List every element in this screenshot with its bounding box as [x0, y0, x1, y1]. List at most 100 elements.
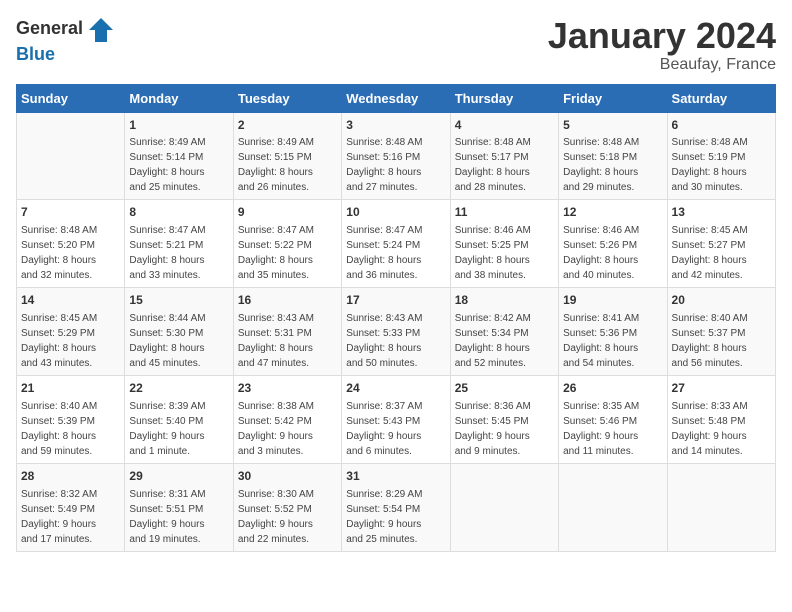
- day-info: Sunrise: 8:45 AM Sunset: 5:29 PM Dayligh…: [21, 313, 97, 369]
- location: Beaufay, France: [548, 56, 776, 74]
- day-number: 24: [346, 380, 445, 397]
- day-number: 2: [238, 117, 337, 134]
- col-sunday: Sunday: [17, 84, 125, 112]
- calendar-cell: 25 Sunrise: 8:36 AM Sunset: 5:45 PM Dayli…: [450, 375, 558, 463]
- calendar-cell: [450, 463, 558, 551]
- day-number: 1: [129, 117, 228, 134]
- day-number: 27: [672, 380, 771, 397]
- calendar-cell: 15 Sunrise: 8:44 AM Sunset: 5:30 PM Dayli…: [125, 288, 233, 376]
- day-number: 8: [129, 204, 228, 221]
- day-info: Sunrise: 8:46 AM Sunset: 5:26 PM Dayligh…: [563, 225, 639, 281]
- calendar-cell: 28 Sunrise: 8:32 AM Sunset: 5:49 PM Dayli…: [17, 463, 125, 551]
- calendar-cell: 10 Sunrise: 8:47 AM Sunset: 5:24 PM Dayli…: [342, 200, 450, 288]
- day-number: 25: [455, 380, 554, 397]
- calendar-cell: 30 Sunrise: 8:30 AM Sunset: 5:52 PM Dayli…: [233, 463, 341, 551]
- day-number: 13: [672, 204, 771, 221]
- day-info: Sunrise: 8:29 AM Sunset: 5:54 PM Dayligh…: [346, 489, 422, 545]
- day-number: 26: [563, 380, 662, 397]
- day-info: Sunrise: 8:30 AM Sunset: 5:52 PM Dayligh…: [238, 489, 314, 545]
- day-number: 11: [455, 204, 554, 221]
- calendar-cell: [559, 463, 667, 551]
- calendar-week-row: 28 Sunrise: 8:32 AM Sunset: 5:49 PM Dayli…: [17, 463, 776, 551]
- col-thursday: Thursday: [450, 84, 558, 112]
- calendar-cell: 9Sunrise: 8:47 AM Sunset: 5:22 PM Daylig…: [233, 200, 341, 288]
- day-number: 7: [21, 204, 120, 221]
- calendar-cell: 16Sunrise: 8:43 AM Sunset: 5:31 PM Dayli…: [233, 288, 341, 376]
- day-info: Sunrise: 8:45 AM Sunset: 5:27 PM Dayligh…: [672, 225, 748, 281]
- calendar-cell: 6Sunrise: 8:48 AM Sunset: 5:19 PM Daylig…: [667, 112, 775, 200]
- day-info: Sunrise: 8:31 AM Sunset: 5:51 PM Dayligh…: [129, 489, 205, 545]
- day-info: Sunrise: 8:49 AM Sunset: 5:15 PM Dayligh…: [238, 137, 314, 193]
- day-number: 18: [455, 292, 554, 309]
- title-area: January 2024 Beaufay, France: [548, 16, 776, 74]
- day-number: 3: [346, 117, 445, 134]
- calendar-week-row: 21Sunrise: 8:40 AM Sunset: 5:39 PM Dayli…: [17, 375, 776, 463]
- calendar-cell: 18Sunrise: 8:42 AM Sunset: 5:34 PM Dayli…: [450, 288, 558, 376]
- month-title: January 2024: [548, 16, 776, 56]
- calendar-header-row: Sunday Monday Tuesday Wednesday Thursday…: [17, 84, 776, 112]
- page-header: General Blue January 2024 Beaufay, Franc…: [16, 16, 776, 74]
- calendar-cell: 7 Sunrise: 8:48 AM Sunset: 5:20 PM Daylig…: [17, 200, 125, 288]
- logo-general: General: [16, 18, 83, 38]
- calendar-week-row: 7 Sunrise: 8:48 AM Sunset: 5:20 PM Daylig…: [17, 200, 776, 288]
- day-number: 28: [21, 468, 120, 485]
- day-number: 19: [563, 292, 662, 309]
- calendar-cell: 19Sunrise: 8:41 AM Sunset: 5:36 PM Dayli…: [559, 288, 667, 376]
- calendar-cell: [667, 463, 775, 551]
- day-info: Sunrise: 8:35 AM Sunset: 5:46 PM Dayligh…: [563, 401, 639, 457]
- logo-icon: [87, 16, 115, 44]
- calendar-week-row: 14Sunrise: 8:45 AM Sunset: 5:29 PM Dayli…: [17, 288, 776, 376]
- day-info: Sunrise: 8:33 AM Sunset: 5:48 PM Dayligh…: [672, 401, 748, 457]
- calendar-cell: 20 Sunrise: 8:40 AM Sunset: 5:37 PM Dayli…: [667, 288, 775, 376]
- calendar-cell: [17, 112, 125, 200]
- calendar-table: Sunday Monday Tuesday Wednesday Thursday…: [16, 84, 776, 552]
- day-number: 23: [238, 380, 337, 397]
- calendar-cell: 11 Sunrise: 8:46 AM Sunset: 5:25 PM Dayli…: [450, 200, 558, 288]
- day-info: Sunrise: 8:44 AM Sunset: 5:30 PM Dayligh…: [129, 313, 205, 369]
- col-friday: Friday: [559, 84, 667, 112]
- day-info: Sunrise: 8:46 AM Sunset: 5:25 PM Dayligh…: [455, 225, 531, 281]
- day-info: Sunrise: 8:47 AM Sunset: 5:22 PM Dayligh…: [238, 225, 314, 281]
- calendar-cell: 22Sunrise: 8:39 AM Sunset: 5:40 PM Dayli…: [125, 375, 233, 463]
- day-number: 16: [238, 292, 337, 309]
- day-number: 15: [129, 292, 228, 309]
- day-info: Sunrise: 8:32 AM Sunset: 5:49 PM Dayligh…: [21, 489, 97, 545]
- day-info: Sunrise: 8:38 AM Sunset: 5:42 PM Dayligh…: [238, 401, 314, 457]
- calendar-cell: 21Sunrise: 8:40 AM Sunset: 5:39 PM Dayli…: [17, 375, 125, 463]
- day-number: 17: [346, 292, 445, 309]
- day-info: Sunrise: 8:47 AM Sunset: 5:21 PM Dayligh…: [129, 225, 205, 281]
- calendar-cell: 4 Sunrise: 8:48 AM Sunset: 5:17 PM Daylig…: [450, 112, 558, 200]
- day-number: 30: [238, 468, 337, 485]
- day-number: 10: [346, 204, 445, 221]
- day-number: 6: [672, 117, 771, 134]
- calendar-cell: 2 Sunrise: 8:49 AM Sunset: 5:15 PM Daylig…: [233, 112, 341, 200]
- calendar-cell: 5 Sunrise: 8:48 AM Sunset: 5:18 PM Daylig…: [559, 112, 667, 200]
- day-info: Sunrise: 8:43 AM Sunset: 5:33 PM Dayligh…: [346, 313, 422, 369]
- col-wednesday: Wednesday: [342, 84, 450, 112]
- calendar-cell: 24 Sunrise: 8:37 AM Sunset: 5:43 PM Dayli…: [342, 375, 450, 463]
- day-info: Sunrise: 8:36 AM Sunset: 5:45 PM Dayligh…: [455, 401, 531, 457]
- day-number: 5: [563, 117, 662, 134]
- calendar-cell: 31Sunrise: 8:29 AM Sunset: 5:54 PM Dayli…: [342, 463, 450, 551]
- day-info: Sunrise: 8:47 AM Sunset: 5:24 PM Dayligh…: [346, 225, 422, 281]
- day-info: Sunrise: 8:40 AM Sunset: 5:37 PM Dayligh…: [672, 313, 748, 369]
- calendar-week-row: 1Sunrise: 8:49 AM Sunset: 5:14 PM Daylig…: [17, 112, 776, 200]
- day-info: Sunrise: 8:37 AM Sunset: 5:43 PM Dayligh…: [346, 401, 422, 457]
- day-number: 29: [129, 468, 228, 485]
- calendar-cell: 1Sunrise: 8:49 AM Sunset: 5:14 PM Daylig…: [125, 112, 233, 200]
- calendar-cell: 17 Sunrise: 8:43 AM Sunset: 5:33 PM Dayli…: [342, 288, 450, 376]
- calendar-cell: 27 Sunrise: 8:33 AM Sunset: 5:48 PM Dayli…: [667, 375, 775, 463]
- day-number: 20: [672, 292, 771, 309]
- day-info: Sunrise: 8:48 AM Sunset: 5:16 PM Dayligh…: [346, 137, 422, 193]
- calendar-cell: 14Sunrise: 8:45 AM Sunset: 5:29 PM Dayli…: [17, 288, 125, 376]
- day-info: Sunrise: 8:48 AM Sunset: 5:20 PM Dayligh…: [21, 225, 97, 281]
- logo: General Blue: [16, 16, 115, 65]
- col-tuesday: Tuesday: [233, 84, 341, 112]
- day-number: 22: [129, 380, 228, 397]
- calendar-cell: 12Sunrise: 8:46 AM Sunset: 5:26 PM Dayli…: [559, 200, 667, 288]
- day-info: Sunrise: 8:48 AM Sunset: 5:17 PM Dayligh…: [455, 137, 531, 193]
- logo-blue: Blue: [16, 44, 55, 64]
- day-info: Sunrise: 8:48 AM Sunset: 5:18 PM Dayligh…: [563, 137, 639, 193]
- calendar-cell: 8 Sunrise: 8:47 AM Sunset: 5:21 PM Daylig…: [125, 200, 233, 288]
- day-number: 4: [455, 117, 554, 134]
